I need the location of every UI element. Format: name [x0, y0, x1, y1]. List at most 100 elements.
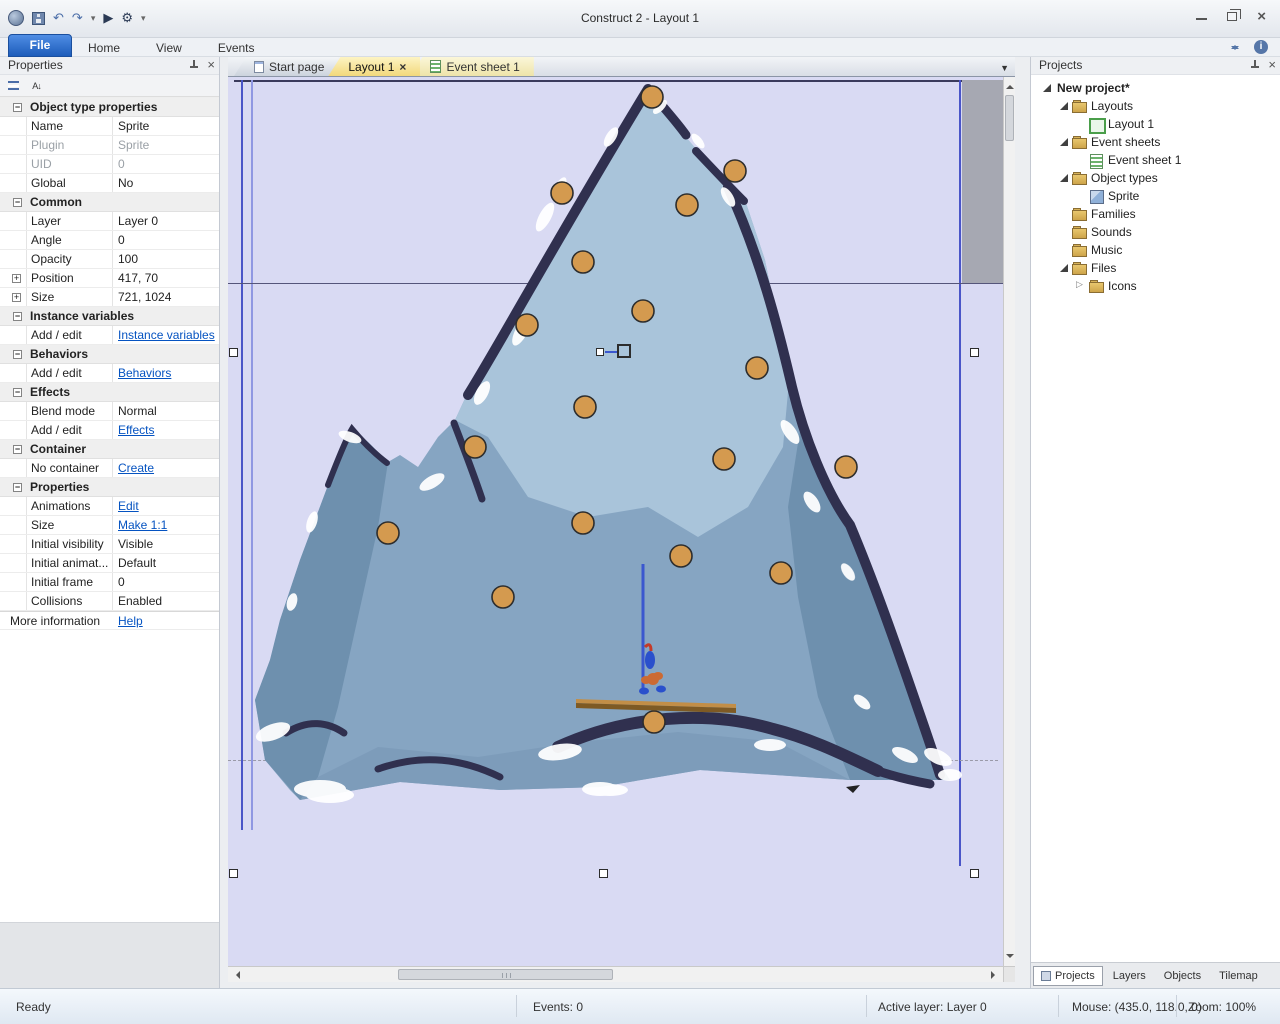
resize-handle[interactable]	[229, 869, 238, 878]
minimize-icon[interactable]	[1196, 18, 1207, 20]
tree-item-icons[interactable]: Icons	[1031, 277, 1280, 295]
tab-list-caret-icon[interactable]: ▼	[1000, 63, 1009, 73]
categorize-icon[interactable]	[4, 77, 23, 95]
tree-item-new-project[interactable]: New project*	[1031, 79, 1280, 97]
property-category[interactable]: Properties	[0, 478, 219, 497]
tree-item-music[interactable]: Music	[1031, 241, 1280, 259]
coin-sprite[interactable]	[724, 160, 746, 182]
about-icon[interactable]	[1254, 40, 1268, 54]
property-value[interactable]: Enabled	[113, 592, 219, 610]
file-menu-button[interactable]: File	[8, 34, 72, 57]
expanded-arrow-icon[interactable]	[1058, 100, 1070, 112]
coin-sprite[interactable]	[574, 396, 596, 418]
tree-item-sprite[interactable]: Sprite	[1031, 187, 1280, 205]
property-value[interactable]: 0	[113, 231, 219, 249]
property-value[interactable]: 721, 1024	[113, 288, 219, 306]
tree-item-families[interactable]: Families	[1031, 205, 1280, 223]
resize-handle[interactable]	[970, 869, 979, 878]
panel-tab-tilemap[interactable]: Tilemap	[1211, 966, 1266, 986]
scroll-down-icon[interactable]	[1006, 954, 1014, 962]
property-link-create[interactable]: Create	[118, 461, 154, 475]
tree-item-sounds[interactable]: Sounds	[1031, 223, 1280, 241]
scroll-up-icon[interactable]	[1006, 81, 1014, 89]
coin-sprite[interactable]	[492, 586, 514, 608]
expanded-arrow-icon[interactable]	[1058, 172, 1070, 184]
coin-sprite[interactable]	[516, 314, 538, 336]
property-category[interactable]: Container	[0, 440, 219, 459]
property-category[interactable]: Behaviors	[0, 345, 219, 364]
property-value[interactable]: 0	[113, 155, 219, 173]
panel-tab-objects[interactable]: Objects	[1156, 966, 1209, 986]
resize-handle[interactable]	[599, 869, 608, 878]
property-value[interactable]: 417, 70	[113, 269, 219, 287]
collapse-icon[interactable]	[13, 445, 22, 454]
property-link-edit[interactable]: Edit	[118, 499, 139, 513]
panel-tab-projects[interactable]: Projects	[1033, 966, 1103, 986]
document-tab-start-page[interactable]: Start page	[234, 57, 338, 76]
coin-sprite[interactable]	[770, 562, 792, 584]
help-link[interactable]: Help	[118, 614, 143, 628]
restore-icon[interactable]	[1227, 12, 1237, 21]
tree-item-layouts[interactable]: Layouts	[1031, 97, 1280, 115]
property-link-effects[interactable]: Effects	[118, 423, 154, 437]
horizontal-scrollbar[interactable]	[228, 966, 1003, 982]
property-value[interactable]: Visible	[113, 535, 219, 553]
collapse-icon[interactable]	[13, 350, 22, 359]
collapsed-arrow-icon[interactable]	[1075, 280, 1087, 292]
coin-sprite[interactable]	[713, 448, 735, 470]
expand-icon[interactable]	[12, 274, 21, 283]
property-value[interactable]: Normal	[113, 402, 219, 420]
pin-icon[interactable]	[1250, 60, 1260, 71]
collapse-icon[interactable]	[13, 103, 22, 112]
tree-item-files[interactable]: Files	[1031, 259, 1280, 277]
collapse-icon[interactable]	[13, 483, 22, 492]
close-panel-icon[interactable]	[1268, 59, 1276, 71]
pin-icon[interactable]	[189, 60, 199, 71]
collapse-icon[interactable]	[13, 312, 22, 321]
property-value[interactable]: No	[113, 174, 219, 192]
close-panel-icon[interactable]	[207, 59, 215, 71]
property-category[interactable]: Instance variables	[0, 307, 219, 326]
coin-sprite[interactable]	[632, 300, 654, 322]
coin-sprite[interactable]	[746, 357, 768, 379]
property-value[interactable]: 100	[113, 250, 219, 268]
expanded-arrow-icon[interactable]	[1058, 262, 1070, 274]
coin-sprite[interactable]	[835, 456, 857, 478]
coin-sprite[interactable]	[572, 512, 594, 534]
panel-tab-layers[interactable]: Layers	[1105, 966, 1154, 986]
tree-item-layout-1[interactable]: Layout 1	[1031, 115, 1280, 133]
document-tab-event-sheet-1[interactable]: Event sheet 1	[410, 57, 533, 76]
tree-item-event-sheet-1[interactable]: Event sheet 1	[1031, 151, 1280, 169]
expanded-arrow-icon[interactable]	[1041, 82, 1053, 94]
document-tab-layout-1[interactable]: Layout 1	[328, 57, 420, 76]
coin-sprite[interactable]	[676, 194, 698, 216]
resize-handle[interactable]	[229, 348, 238, 357]
ribbon-tab-view[interactable]: View	[156, 41, 182, 55]
coin-sprite[interactable]	[464, 436, 486, 458]
property-link-instance-variables[interactable]: Instance variables	[118, 328, 215, 342]
horizontal-scroll-thumb[interactable]	[398, 969, 613, 980]
expanded-arrow-icon[interactable]	[1058, 136, 1070, 148]
collapse-icon[interactable]	[13, 198, 22, 207]
close-icon[interactable]: ×	[1257, 8, 1266, 26]
tree-item-event-sheets[interactable]: Event sheets	[1031, 133, 1280, 151]
property-link-make-1-1[interactable]: Make 1:1	[118, 518, 167, 532]
coin-sprite[interactable]	[643, 711, 665, 733]
property-value[interactable]: Sprite	[113, 117, 219, 135]
ribbon-toggle-icon[interactable]	[1230, 41, 1240, 54]
coin-sprite[interactable]	[572, 251, 594, 273]
layout-canvas[interactable]	[228, 77, 1003, 966]
coin-sprite[interactable]	[551, 182, 573, 204]
property-link-behaviors[interactable]: Behaviors	[118, 366, 171, 380]
property-value[interactable]: Default	[113, 554, 219, 572]
ribbon-tab-events[interactable]: Events	[218, 41, 255, 55]
coin-sprite[interactable]	[641, 86, 663, 108]
property-category[interactable]: Object type properties	[0, 98, 219, 117]
property-value[interactable]: Layer 0	[113, 212, 219, 230]
scroll-right-icon[interactable]	[991, 971, 999, 979]
coin-sprite[interactable]	[670, 545, 692, 567]
vertical-scrollbar[interactable]	[1003, 77, 1015, 966]
collapse-icon[interactable]	[13, 388, 22, 397]
property-value[interactable]: 0	[113, 573, 219, 591]
property-value[interactable]: Sprite	[113, 136, 219, 154]
